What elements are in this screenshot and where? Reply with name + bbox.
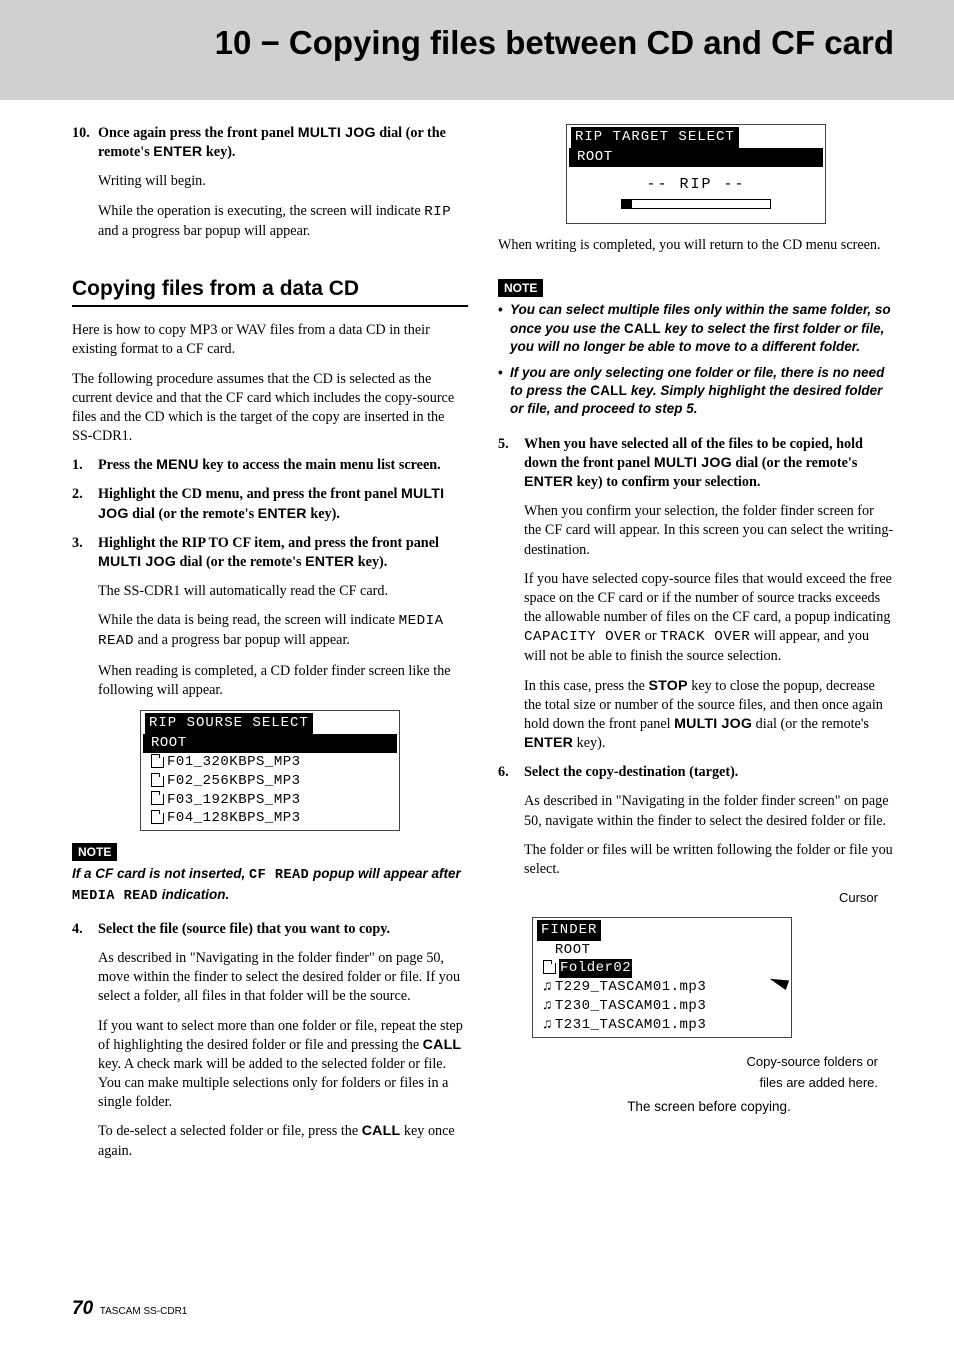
note-block: NOTE You can select multiple files only …	[498, 279, 894, 419]
note-list: You can select multiple files only withi…	[498, 301, 894, 418]
lcd-row: ♫T230_TASCAM01.mp3	[535, 997, 789, 1016]
note-block: NOTE If a CF card is not inserted, CF RE…	[72, 843, 468, 906]
s5-p3: In this case, press the STOP key to clos…	[524, 677, 894, 754]
page-number: 70	[72, 1298, 93, 1319]
s3-p3: When reading is completed, a CD folder f…	[98, 662, 468, 700]
product-name: TASCAM SS-CDR1	[100, 1306, 188, 1317]
folder-icon	[151, 794, 164, 805]
folder-icon	[543, 963, 556, 974]
step-4: 4. Select the file (source file) that yo…	[72, 920, 468, 939]
step-10: 10. Once again press the front panel MUL…	[72, 124, 468, 162]
step-2: 2. Highlight the CD menu, and press the …	[72, 485, 468, 523]
header-bar: 10 − Copying files between CD and CF car…	[0, 0, 954, 100]
folder-icon	[151, 813, 164, 824]
step-5: 5. When you have selected all of the fil…	[498, 435, 894, 493]
step-1: 1. Press the MENU key to access the main…	[72, 456, 468, 475]
s3-p2: While the data is being read, the screen…	[98, 611, 468, 651]
lcd-title: RIP SOURSE SELECT	[145, 713, 313, 734]
step-num: 10.	[72, 124, 98, 162]
lcd-row: F03_192KBPS_MP3	[143, 791, 397, 810]
left-column: 10. Once again press the front panel MUL…	[72, 124, 468, 1171]
lcd-rip-label: -- RIP --	[569, 167, 823, 197]
lcd-finder: FINDER ROOT Folder02 ♫T229_TASCAM01.mp3 …	[532, 917, 792, 1038]
note-item: You can select multiple files only withi…	[498, 301, 894, 356]
lcd-row: ROOT	[535, 941, 789, 960]
right-column: RIP TARGET SELECT ROOT -- RIP -- When wr…	[498, 124, 894, 1171]
folder-icon	[151, 776, 164, 787]
s4-p3: To de-select a selected folder or file, …	[98, 1122, 468, 1160]
lcd-row: F02_256KBPS_MP3	[143, 772, 397, 791]
lcd-target-select: RIP TARGET SELECT ROOT -- RIP --	[566, 124, 826, 224]
page-footer: 70 TASCAM SS-CDR1	[72, 1298, 187, 1320]
lcd-finder-block: Cursor FINDER ROOT Folder02 ♫T229_TASCAM…	[524, 889, 894, 1116]
lcd-row: Folder02	[535, 959, 789, 978]
columns: 10. Once again press the front panel MUL…	[72, 124, 894, 1171]
music-note-icon: ♫	[543, 1016, 552, 1035]
lcd-title: RIP TARGET SELECT	[571, 127, 739, 148]
music-note-icon: ♫	[543, 978, 552, 997]
page: 10 − Copying files between CD and CF car…	[0, 0, 954, 1350]
caption-bottom: The screen before copying.	[524, 1098, 894, 1116]
lcd-source-select: RIP SOURSE SELECT ROOT F01_320KBPS_MP3 F…	[140, 710, 400, 831]
note-badge: NOTE	[498, 279, 543, 297]
progress-bar-icon	[621, 199, 771, 209]
intro-1: Here is how to copy MP3 or WAV files fro…	[72, 321, 468, 359]
note-badge: NOTE	[72, 843, 117, 861]
caption-line: Copy-source folders or	[524, 1053, 878, 1071]
step-3: 3. Highlight the RIP TO CF item, and pre…	[72, 534, 468, 572]
note-item: If you are only selecting one folder or …	[498, 364, 894, 419]
intro-2: The following procedure assumes that the…	[72, 370, 468, 447]
s4-p2: If you want to select more than one fold…	[98, 1017, 468, 1113]
lcd-row: ♫T231_TASCAM01.mp3	[535, 1016, 789, 1035]
s6-p1: As described in "Navigating in the folde…	[524, 792, 894, 830]
cursor-label: Cursor	[524, 889, 878, 907]
s5-p2: If you have selected copy-source files t…	[524, 570, 894, 667]
step-text: Once again press the front panel MULTI J…	[98, 124, 468, 162]
step-6: 6. Select the copy-destination (target).	[498, 763, 894, 782]
note-text: If a CF card is not inserted, CF READ po…	[72, 865, 468, 905]
lcd-row-root: ROOT	[143, 734, 397, 753]
s4-p1: As described in "Navigating in the folde…	[98, 949, 468, 1007]
lcd-row: F04_128KBPS_MP3	[143, 809, 397, 828]
lcd-row: ♫T229_TASCAM01.mp3	[535, 978, 789, 997]
p-writing: Writing will begin.	[98, 172, 468, 191]
s3-p1: The SS-CDR1 will automatically read the …	[98, 582, 468, 601]
section-head: Copying files from a data CD	[72, 275, 468, 307]
chapter-title: 10 − Copying files between CD and CF car…	[72, 24, 894, 62]
music-note-icon: ♫	[543, 997, 552, 1016]
s6-p2: The folder or files will be written foll…	[524, 841, 894, 879]
lcd-row: F01_320KBPS_MP3	[143, 753, 397, 772]
folder-icon	[151, 757, 164, 768]
section-title: Copying files from a data CD	[72, 275, 468, 307]
caption-line: files are added here.	[524, 1074, 878, 1092]
lcd-row-root: ROOT	[569, 148, 823, 167]
lcd-title: FINDER	[537, 920, 601, 941]
p-exec: While the operation is executing, the sc…	[98, 202, 468, 241]
s5-p1: When you confirm your selection, the fol…	[524, 502, 894, 560]
p-after: When writing is completed, you will retu…	[498, 236, 894, 255]
